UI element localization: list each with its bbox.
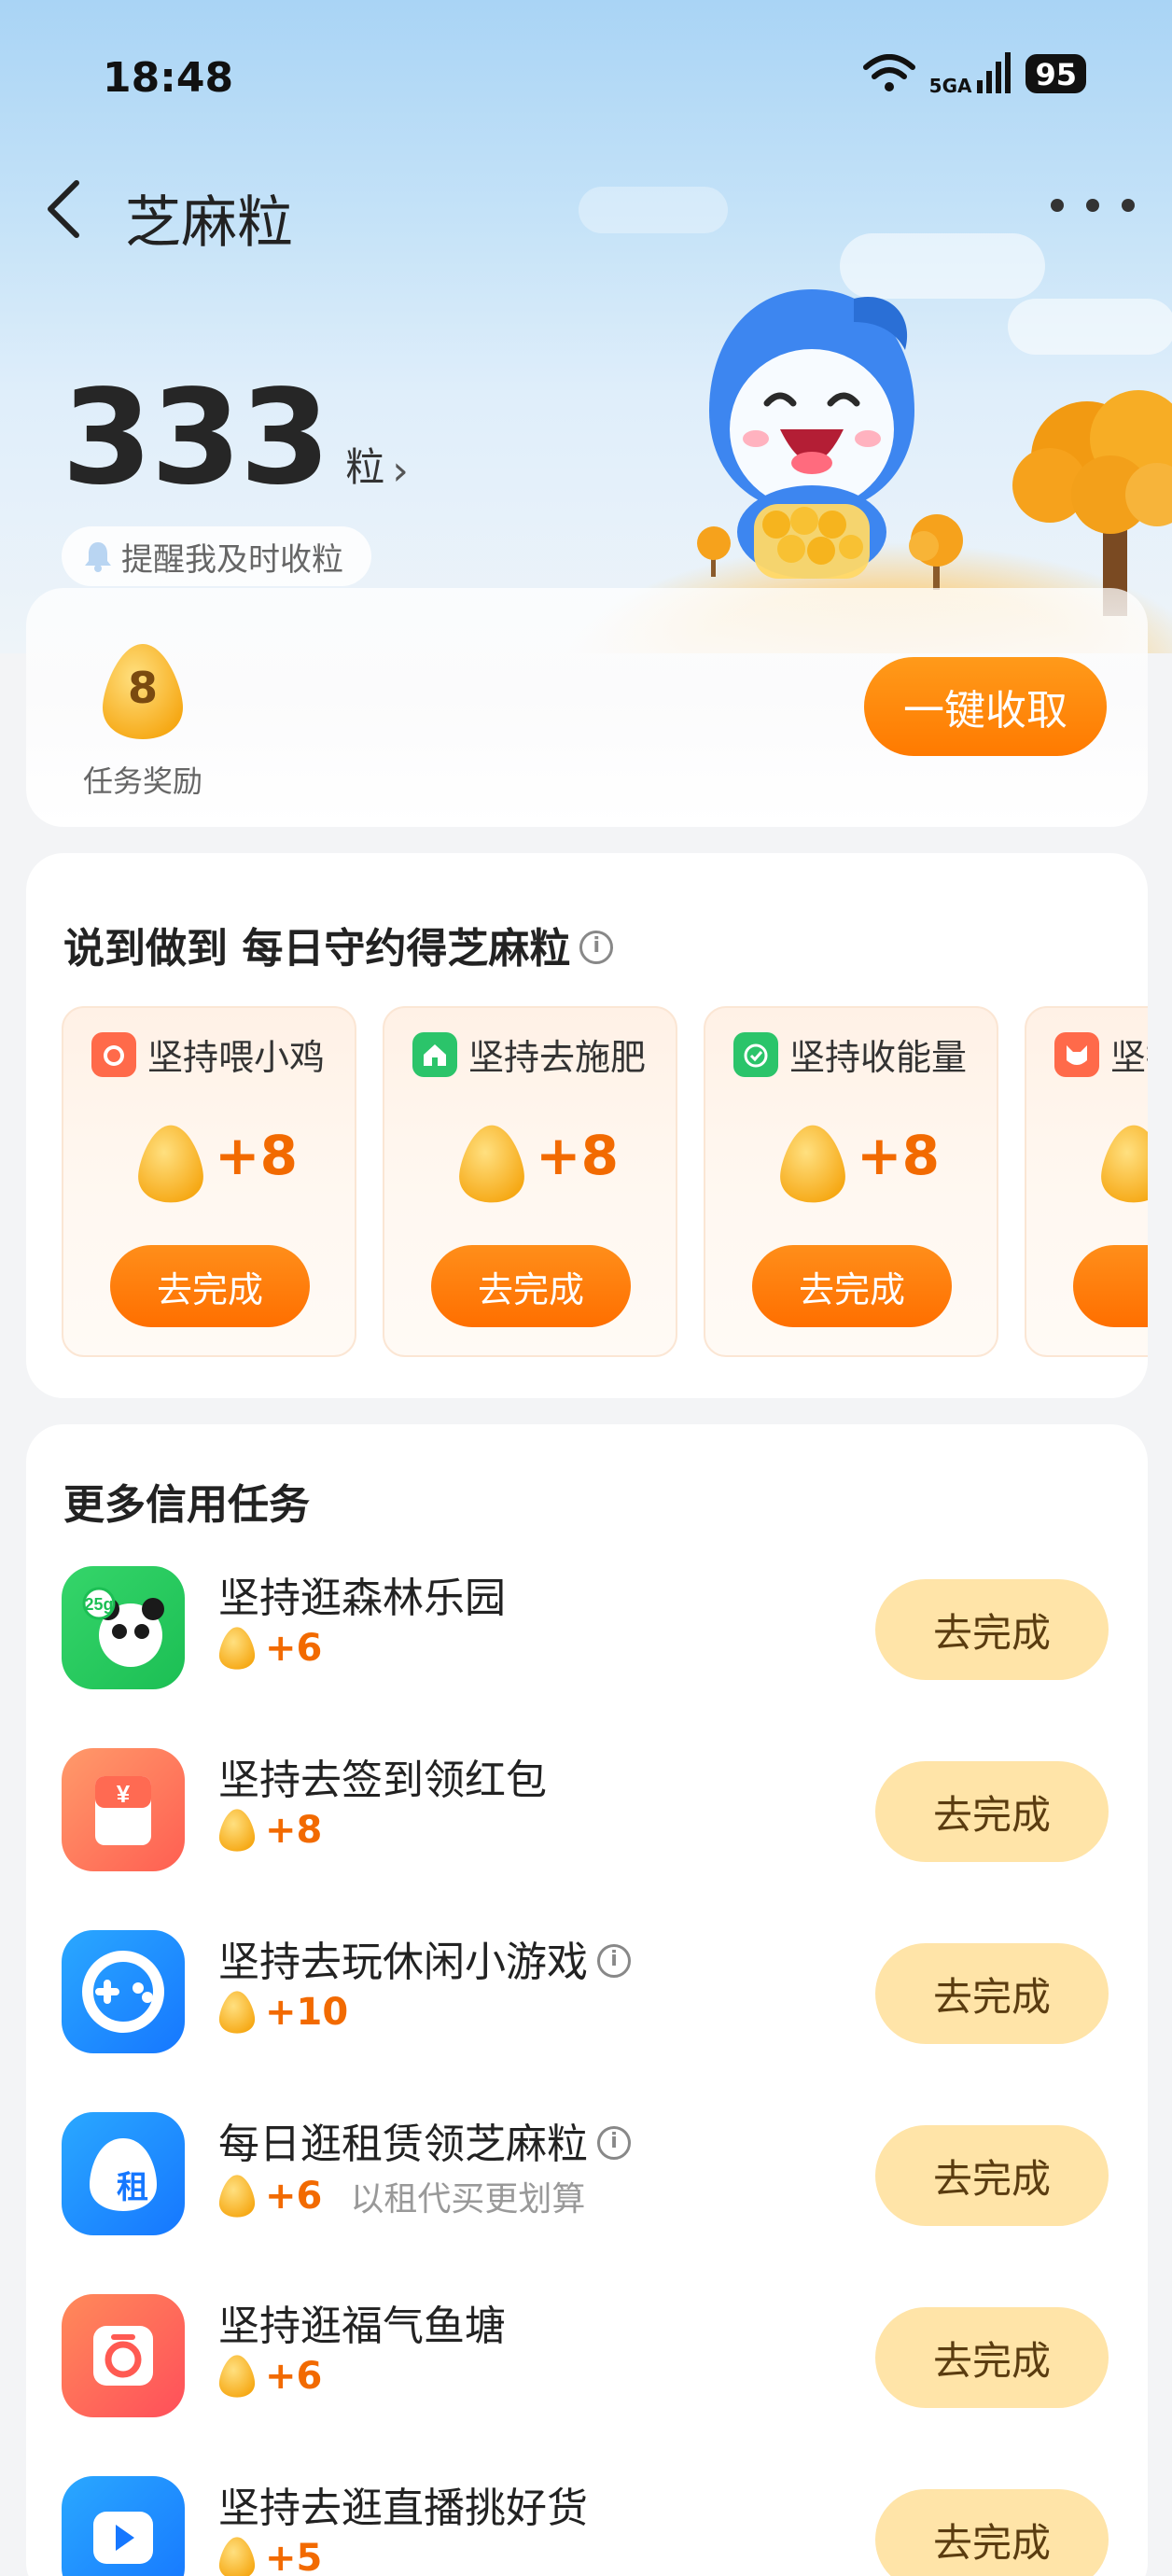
points-value: 333 (62, 362, 330, 514)
sesame-grain-icon (218, 2175, 256, 2218)
reward-count: 8 (127, 663, 158, 713)
more-tasks-card: 更多信用任务 25g 坚持逛森林乐园 +6 去完成 ¥ 坚持去签到领红包 +8 … (26, 1424, 1148, 2576)
tile-label: 坚持去施肥 (468, 1037, 647, 1078)
task-complete-button[interactable]: 去完成 (875, 1579, 1109, 1680)
list-item[interactable]: 租 每日逛租赁领芝麻粒 +6 以租代买更划算 去完成 (26, 2090, 1148, 2267)
daily-tile[interactable]: 坚持收能量 +8 去完成 (704, 1006, 998, 1357)
info-icon[interactable] (597, 1944, 631, 1978)
task-reward: +6 (265, 2175, 323, 2218)
svg-text:租: 租 (117, 2169, 148, 2206)
info-icon[interactable] (579, 931, 614, 964)
svg-text:25g: 25g (84, 1595, 113, 1614)
task-complete-button[interactable]: 去完成 (875, 1943, 1109, 2044)
chevron-right-icon: › (392, 447, 409, 495)
daily-section-title: 说到做到 每日守约得芝麻粒 (63, 915, 614, 974)
collect-all-button[interactable]: 一键收取 (864, 657, 1107, 756)
fish-pond-icon (62, 2294, 185, 2417)
page-title: 芝麻粒 (125, 190, 293, 256)
network-type: 5GA (928, 75, 972, 97)
reward-card: 8 任务奖励 一键收取 (26, 588, 1148, 827)
task-title-text: 每日逛租赁领芝麻粒 (218, 2121, 588, 2168)
farm-icon (412, 1031, 457, 1077)
tile-reward: +8 (215, 1124, 298, 1187)
chick-icon (91, 1031, 136, 1077)
list-item[interactable]: 坚持去逛直播挑好货 +5 去完成 (26, 2454, 1148, 2576)
sesame-grain-icon (218, 1809, 256, 1852)
list-item[interactable]: 坚持去玩休闲小游戏 +10 去完成 (26, 1908, 1148, 2085)
list-item[interactable]: 25g 坚持逛森林乐园 +6 去完成 (26, 1544, 1148, 1721)
task-complete-button[interactable]: 去完成 (875, 2489, 1109, 2576)
daily-title-text: 说到做到 每日守约得芝麻粒 (63, 925, 571, 973)
task-title-text: 坚持去玩休闲小游戏 (218, 1939, 588, 1986)
gamepad-icon (62, 1930, 185, 2053)
bell-icon (85, 542, 111, 572)
panda-icon: 25g (62, 1566, 185, 1689)
signal-icon (977, 52, 1012, 93)
remind-label: 提醒我及时收粒 (121, 540, 343, 579)
reward-label: 任务奖励 (82, 763, 202, 799)
tile-reward: +8 (857, 1124, 940, 1187)
sesame-grain-icon (780, 1125, 845, 1203)
remind-toggle[interactable]: 提醒我及时收粒 (62, 526, 371, 586)
sesame-grain-icon (459, 1125, 524, 1203)
tree-icon (1012, 390, 1172, 616)
task-complete-button[interactable]: 去完成 (875, 2307, 1109, 2408)
wifi-icon (862, 54, 915, 91)
status-bar: 18:48 5GA 95 (0, 0, 1172, 159)
sesame-grain-icon (138, 1125, 203, 1203)
task-title: 坚持去逛直播挑好货 (218, 2485, 588, 2532)
tile-complete-button[interactable]: 去 (1073, 1245, 1148, 1327)
tile-label: 坚持喂小鸡 (147, 1037, 326, 1078)
red-packet-icon: ¥ (62, 1748, 185, 1871)
nav-bar: 芝麻粒 (0, 159, 1172, 261)
task-note: 以租代买更划算 (350, 2180, 586, 2219)
fox-icon (1054, 1031, 1099, 1077)
mascot-illustration (709, 289, 914, 579)
task-reward: +6 (265, 2355, 323, 2398)
tile-complete-button[interactable]: 去完成 (431, 1245, 631, 1327)
tile-label: 坚持收能量 (789, 1037, 968, 1078)
list-item[interactable]: 坚持逛福气鱼塘 +6 去完成 (26, 2272, 1148, 2449)
points-balance[interactable]: 333 粒 › (62, 373, 409, 504)
points-unit: 粒 (345, 444, 385, 490)
task-complete-button[interactable]: 去完成 (875, 1761, 1109, 1862)
battery-indicator: 95 (1026, 54, 1086, 93)
sesame-grain-icon (218, 1991, 256, 2034)
task-title: 坚持逛福气鱼塘 (218, 2303, 506, 2350)
task-reward: +6 (265, 1627, 323, 1670)
sesame-grain-icon (218, 1627, 256, 1670)
live-video-icon (62, 2476, 185, 2576)
daily-tasks-card: 说到做到 每日守约得芝麻粒 坚持喂小鸡 +8 去完成 坚持去施肥 +8 去完成 (26, 853, 1148, 1398)
task-reward: +8 (265, 1809, 323, 1852)
task-title: 坚持去玩休闲小游戏 (218, 1928, 631, 1988)
energy-icon (733, 1031, 778, 1077)
svg-text:¥: ¥ (117, 1780, 131, 1808)
task-title: 坚持去签到领红包 (218, 1757, 547, 1804)
list-item[interactable]: ¥ 坚持去签到领红包 +8 去完成 (26, 1726, 1148, 1903)
daily-tile[interactable]: 坚持喂小鸡 +8 去完成 (62, 1006, 356, 1357)
info-icon[interactable] (597, 2126, 631, 2160)
tile-label: 坚持 (1110, 1037, 1148, 1078)
more-menu-icon[interactable] (1051, 187, 1135, 224)
daily-tile[interactable]: 坚持 去 (1025, 1006, 1148, 1357)
rent-icon: 租 (62, 2112, 185, 2235)
more-section-title: 更多信用任务 (63, 1481, 310, 1529)
sesame-grain-icon (218, 2355, 256, 2398)
back-icon[interactable] (37, 175, 93, 241)
task-complete-button[interactable]: 去完成 (875, 2125, 1109, 2226)
task-title: 每日逛租赁领芝麻粒 (218, 2110, 631, 2170)
tile-reward: +8 (536, 1124, 619, 1187)
tile-complete-button[interactable]: 去完成 (752, 1245, 952, 1327)
daily-tile[interactable]: 坚持去施肥 +8 去完成 (383, 1006, 677, 1357)
task-reward: +5 (265, 2537, 323, 2576)
sesame-grain-icon (1101, 1125, 1148, 1203)
task-reward: +10 (265, 1991, 349, 2034)
task-title: 坚持逛森林乐园 (218, 1575, 506, 1622)
sesame-grain-icon (218, 2537, 256, 2576)
tile-complete-button[interactable]: 去完成 (110, 1245, 310, 1327)
status-time: 18:48 (103, 54, 234, 102)
